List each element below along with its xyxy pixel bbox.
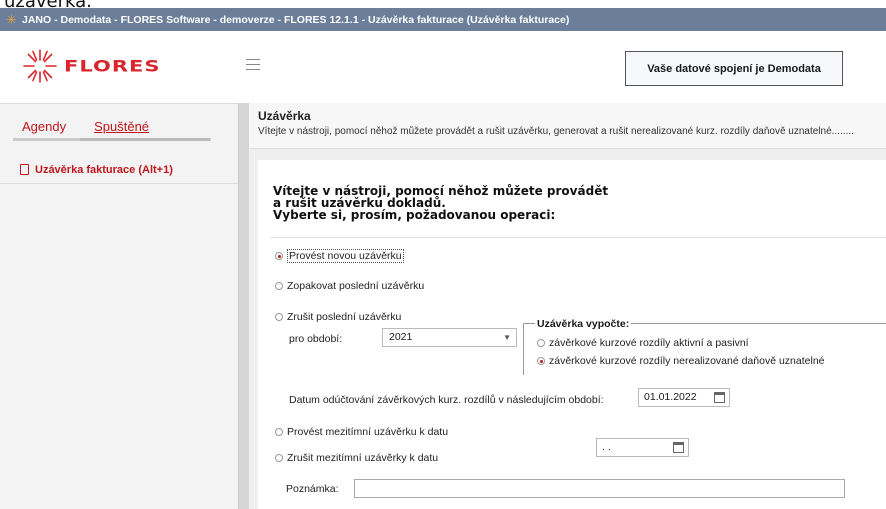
option-label: závěrkové kurzové rozdíly aktivní a pasi… xyxy=(549,337,749,349)
posting-date-value: 01.01.2022 xyxy=(644,391,697,403)
option-interim-closing[interactable]: Provést mezitímní uzávěrku k datu xyxy=(275,426,448,438)
option-cancel-interim[interactable]: Zrušit mezitímní uzávěrky k datu xyxy=(275,452,438,464)
calc-option-active-passive[interactable]: závěrkové kurzové rozdíly aktivní a pasi… xyxy=(537,337,749,349)
posting-date-label: Datum odúčtování závěrkových kurz. rozdí… xyxy=(289,394,604,406)
radio-button[interactable] xyxy=(537,339,545,347)
radio-button[interactable] xyxy=(275,252,283,260)
option-label: Provést mezitímní uzávěrku k datu xyxy=(287,426,449,438)
main-area: Uzávěrka Vítejte v nástroji, pomocí něho… xyxy=(249,103,886,509)
calc-group-frame xyxy=(523,323,886,375)
radio-button[interactable] xyxy=(275,454,283,462)
tab-spustene[interactable]: Spuštěné xyxy=(94,119,149,138)
window-title: JANO - Demodata - FLORES Software - demo… xyxy=(22,13,570,26)
closing-wizard-panel: Vítejte v nástroji, pomocí něhož můžete … xyxy=(258,160,886,509)
period-label: pro období: xyxy=(289,333,343,345)
radio-button[interactable] xyxy=(275,313,283,321)
window-titlebar[interactable]: ✳ JANO - Demodata - FLORES Software - de… xyxy=(0,8,886,31)
tab-agendy[interactable]: Agendy xyxy=(22,119,66,138)
option-new-closing[interactable]: Provést novou uzávěrku xyxy=(275,249,404,263)
flores-sun-logo-icon xyxy=(23,49,57,83)
app-header: FLORES Vaše datové spojení je Demodata xyxy=(0,31,886,103)
flores-logo: FLORES xyxy=(22,48,160,84)
radio-button[interactable] xyxy=(275,428,283,436)
panel-splitter[interactable] xyxy=(238,103,249,509)
posting-date-input[interactable]: 01.01.2022 xyxy=(638,388,730,407)
sidebar-tabs: Agendy Spuštěné xyxy=(22,119,177,138)
option-label: Zrušit mezitímní uzávěrky k datu xyxy=(287,452,439,464)
chevron-down-icon: ▼ xyxy=(503,333,511,342)
radio-button[interactable] xyxy=(537,357,545,365)
flores-sun-icon: ✳ xyxy=(6,11,17,27)
intro-text: Vítejte v nástroji, pomocí něhož můžete … xyxy=(273,185,608,221)
period-select[interactable]: 2021 ▼ xyxy=(382,328,517,347)
period-value: 2021 xyxy=(389,331,413,343)
connection-label: Vaše datové spojení je Demodata xyxy=(647,62,821,75)
calendar-icon[interactable] xyxy=(673,442,684,453)
option-label: Provést novou uzávěrku xyxy=(287,249,404,263)
tab-active-indicator xyxy=(80,138,210,141)
calc-option-unrealized[interactable]: závěrkové kurzové rozdíly nerealizované … xyxy=(537,355,825,367)
sidebar-item-uzaverka-fakturace[interactable]: Uzávěrka fakturace (Alt+1) xyxy=(0,156,238,184)
connection-info-button[interactable]: Vaše datové spojení je Demodata xyxy=(625,51,843,86)
note-label: Poznámka: xyxy=(286,483,339,495)
calc-group-title: Uzávěrka vypočte: xyxy=(535,318,632,330)
option-label: závěrkové kurzové rozdíly nerealizované … xyxy=(549,355,825,367)
sidebar-item-label: Uzávěrka fakturace (Alt+1) xyxy=(35,163,173,176)
hamburger-icon[interactable] xyxy=(246,59,260,74)
interim-date-value: . . xyxy=(602,441,611,453)
divider xyxy=(270,237,886,238)
option-repeat-last[interactable]: Zopakovat poslední uzávěrku xyxy=(275,280,424,292)
option-cancel-last[interactable]: Zrušit poslední uzávěrku xyxy=(275,311,401,323)
interim-date-input[interactable]: . . xyxy=(596,438,689,457)
radio-button[interactable] xyxy=(275,282,283,290)
document-icon xyxy=(20,164,29,175)
calendar-icon[interactable] xyxy=(714,392,725,403)
page-header: Uzávěrka Vítejte v nástroji, pomocí něho… xyxy=(249,103,886,149)
option-label: Zrušit poslední uzávěrku xyxy=(287,311,402,323)
option-label: Zopakovat poslední uzávěrku xyxy=(287,280,425,292)
sidebar: Agendy Spuštěné Uzávěrka fakturace (Alt+… xyxy=(0,103,238,509)
page-description: Vítejte v nástroji, pomocí něhož můžete … xyxy=(258,126,854,137)
logo-text: FLORES xyxy=(64,57,161,75)
page-title: Uzávěrka xyxy=(258,109,311,123)
note-input[interactable] xyxy=(354,479,845,498)
intro-line-3: Vyberte si, prosím, požadovanou operaci: xyxy=(273,208,556,222)
